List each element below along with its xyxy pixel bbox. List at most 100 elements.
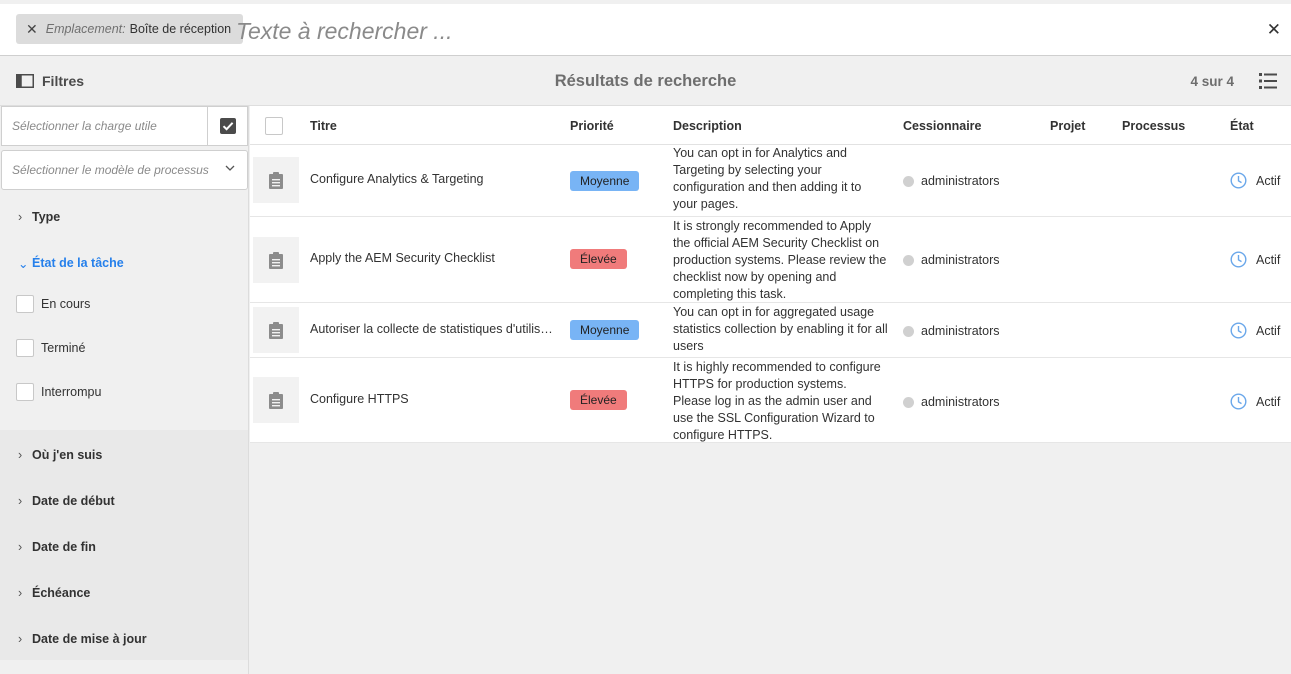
chevron-right-icon: › (18, 586, 23, 600)
column-project[interactable]: Projet (1050, 119, 1085, 133)
chevron-right-icon: › (18, 210, 23, 224)
payload-input[interactable] (1, 106, 208, 146)
clock-icon (1230, 322, 1247, 339)
search-input[interactable] (236, 14, 1136, 48)
task-thumbnail (253, 237, 299, 283)
process-model-select[interactable]: Sélectionner le modèle de processus (1, 150, 248, 190)
column-status[interactable]: État (1230, 119, 1254, 133)
checkbox[interactable] (16, 295, 34, 313)
checkbox-label: Terminé (41, 341, 86, 355)
filter-section-type[interactable]: › Type (0, 194, 248, 240)
payload-picker (1, 106, 248, 146)
results-count: 4 sur 4 (1190, 74, 1234, 89)
chevron-right-icon: › (18, 494, 23, 508)
filter-section-end-date[interactable]: › Date de fin (0, 524, 248, 570)
status-cell: Actif (1230, 251, 1280, 268)
assignee-name: administrators (921, 253, 1000, 267)
priority-badge: Moyenne (570, 320, 640, 340)
assignee-name: administrators (921, 174, 1000, 188)
status-cell: Actif (1230, 322, 1280, 339)
filter-section-where-am-i[interactable]: › Où j'en suis (0, 432, 248, 478)
status-option-completed[interactable]: Terminé (16, 339, 85, 357)
location-tag[interactable]: ✕ Emplacement: Boîte de réception (16, 14, 244, 44)
filter-section-label: Date de mise à jour (32, 632, 147, 646)
priority-badge: Élevée (570, 249, 627, 269)
task-title[interactable]: Apply the AEM Security Checklist (310, 251, 555, 265)
table-row[interactable]: Apply the AEM Security Checklist Élevée … (250, 217, 1291, 303)
column-title[interactable]: Titre (310, 119, 337, 133)
priority-badge: Élevée (570, 390, 627, 410)
priority-badge: Moyenne (570, 171, 640, 191)
filter-section-label: Où j'en suis (32, 448, 103, 462)
chevron-right-icon: › (18, 540, 23, 554)
task-title[interactable]: Configure HTTPS (310, 392, 555, 406)
chevron-right-icon: › (18, 448, 23, 462)
task-clipboard-icon (269, 391, 283, 409)
clock-icon (1230, 393, 1247, 410)
checkbox-label: Interrompu (41, 385, 102, 399)
filter-section-start-date[interactable]: › Date de début (0, 478, 248, 524)
close-icon[interactable]: ✕ (1267, 20, 1281, 40)
clock-icon (1230, 251, 1247, 268)
assignee-name: administrators (921, 324, 1000, 338)
avatar (903, 175, 914, 187)
search-bar: ✕ Emplacement: Boîte de réception ✕ (0, 4, 1291, 56)
status-text: Actif (1256, 394, 1281, 409)
status-option-in-progress[interactable]: En cours (16, 295, 90, 313)
status-cell: Actif (1230, 393, 1280, 410)
clock-icon (1230, 172, 1247, 189)
task-clipboard-icon (269, 171, 283, 189)
task-clipboard-icon (269, 321, 283, 339)
status-cell: Actif (1230, 172, 1280, 189)
results-table: Titre Priorité Description Cessionnaire … (250, 106, 1291, 443)
task-title[interactable]: Autoriser la collecte de statistiques d'… (310, 322, 555, 336)
assignee-name: administrators (921, 395, 1000, 409)
filter-section-label: Type (32, 210, 61, 224)
task-description: It is highly recommended to configure HT… (673, 360, 881, 442)
assignee: administrators (903, 324, 1000, 338)
process-model-placeholder: Sélectionner le modèle de processus (12, 163, 209, 177)
checkbox[interactable] (16, 339, 34, 357)
location-label: Emplacement: (45, 22, 126, 36)
column-description[interactable]: Description (673, 119, 742, 133)
column-priority[interactable]: Priorité (570, 119, 614, 133)
assignee: administrators (903, 174, 1000, 188)
avatar (903, 254, 914, 266)
status-option-interrupted[interactable]: Interrompu (16, 383, 101, 401)
table-row[interactable]: Configure Analytics & Targeting Moyenne … (250, 145, 1291, 217)
assignee: administrators (903, 253, 1000, 267)
chevron-down-icon (225, 165, 235, 171)
status-text: Actif (1256, 323, 1281, 338)
task-title[interactable]: Configure Analytics & Targeting (310, 172, 555, 186)
filter-section-label: État de la tâche (32, 256, 124, 270)
filter-section-label: Échéance (32, 586, 91, 600)
assignee: administrators (903, 395, 1000, 409)
checkbox[interactable] (16, 383, 34, 401)
results-header: Filtres Résultats de recherche 4 sur 4 (0, 57, 1291, 106)
task-description: It is strongly recommended to Apply the … (673, 219, 887, 301)
column-workflow[interactable]: Processus (1122, 119, 1185, 133)
payload-select-button[interactable] (208, 106, 248, 146)
table-row[interactable]: Autoriser la collecte de statistiques d'… (250, 303, 1291, 358)
task-thumbnail (253, 157, 299, 203)
list-view-icon[interactable] (1259, 73, 1277, 89)
filter-section-due-date[interactable]: › Échéance (0, 570, 248, 616)
filter-section-label: Date de début (32, 494, 115, 508)
column-assignee[interactable]: Cessionnaire (903, 119, 982, 133)
task-description: You can opt in for aggregated usage stat… (673, 305, 888, 353)
task-description: You can opt in for Analytics and Targeti… (673, 146, 862, 211)
checkbox-label: En cours (41, 297, 91, 311)
filter-section-update-date[interactable]: › Date de mise à jour (0, 616, 248, 662)
select-all-checkbox[interactable] (265, 117, 283, 135)
task-thumbnail (253, 377, 299, 423)
table-row[interactable]: Configure HTTPS Élevée It is highly reco… (250, 358, 1291, 443)
filter-section-label: Date de fin (32, 540, 96, 554)
task-thumbnail (253, 307, 299, 353)
table-header: Titre Priorité Description Cessionnaire … (250, 106, 1291, 145)
checkmark-icon (219, 118, 236, 134)
close-icon[interactable]: ✕ (26, 21, 38, 38)
filter-section-task-state[interactable]: ⌄ État de la tâche (0, 240, 248, 286)
status-text: Actif (1256, 173, 1281, 188)
avatar (903, 396, 914, 408)
task-clipboard-icon (269, 251, 283, 269)
